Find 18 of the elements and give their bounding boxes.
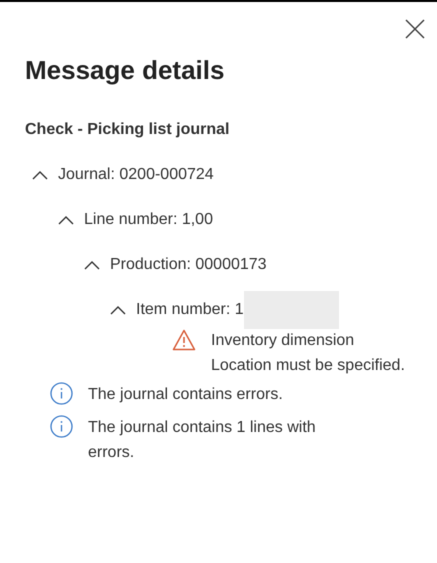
- panel-title: Message details: [25, 54, 226, 87]
- tree-node-label: Journal: 0200-000724: [58, 164, 214, 184]
- warning-icon: [172, 329, 196, 351]
- message-text: Inventory dimension Location must be specified.: [211, 331, 406, 376]
- tree-node-label: Item number: 1: [136, 300, 244, 320]
- info-icon: [50, 382, 73, 405]
- close-button[interactable]: [403, 17, 427, 41]
- tree-node-label: Production: 00000173: [110, 254, 267, 274]
- message-text: The journal contains 1 lines with errors.: [88, 418, 317, 463]
- chevron-up-icon[interactable]: [110, 304, 126, 314]
- close-icon: [405, 19, 425, 39]
- chevron-up-icon[interactable]: [58, 214, 74, 224]
- info-icon: [50, 415, 73, 438]
- message-text: The journal contains errors.: [88, 385, 284, 405]
- chevron-up-icon[interactable]: [84, 260, 100, 270]
- tree-node-label: Line number: 1,00: [84, 210, 213, 230]
- panel-subtitle: Check - Picking list journal: [25, 120, 230, 140]
- chevron-up-icon[interactable]: [32, 170, 48, 180]
